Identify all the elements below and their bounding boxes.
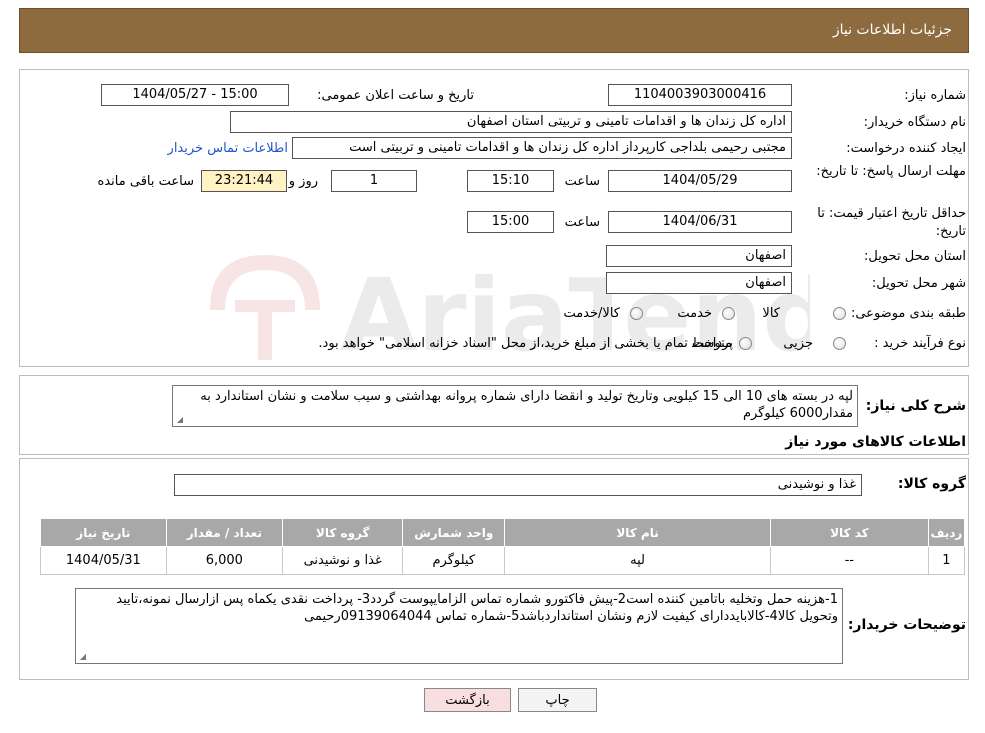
creator-field: مجتبی رحیمی بلداجی کارپرداز اداره کل زند… <box>292 137 792 159</box>
announce-datetime-field: 1404/05/27 - 15:00 <box>101 84 289 106</box>
price-valid-time-field: 15:00 <box>467 211 554 233</box>
goods-table-header: ردیف کد کالا نام کالا واحد شمارش گروه کا… <box>40 518 966 547</box>
cell-code: -- <box>769 546 929 575</box>
category-label: طبقه بندی موضوعی: <box>850 306 966 321</box>
page-header: جزئیات اطلاعات نیاز <box>19 8 969 53</box>
reply-deadline-label: مهلت ارسال پاسخ: تا تاریخ: <box>816 163 966 181</box>
process-radio-medium[interactable] <box>739 337 752 350</box>
summary-label: شرح کلی نیاز: <box>865 398 966 414</box>
price-valid-date-field: 1404/06/31 <box>608 211 792 233</box>
summary-textarea: لپه در بسته های 10 الی 15 کیلویی وتاریخ … <box>172 385 858 427</box>
cell-date: 1404/05/31 <box>40 546 167 575</box>
price-valid-label-text: حداقل تاریخ اعتبار قیمت: تا تاریخ: <box>817 206 966 239</box>
remaining-label: ساعت باقی مانده <box>97 174 194 189</box>
category-radio-goods[interactable] <box>833 307 846 320</box>
process-treasury-note: پرداخت تمام یا بخشی از مبلغ خرید،از محل … <box>318 336 733 351</box>
reply-time-label: ساعت <box>564 174 600 189</box>
cell-name: لپه <box>504 546 771 575</box>
category-option-service: خدمت <box>677 306 712 321</box>
cell-unit: کیلوگرم <box>402 546 506 575</box>
buyer-org-label: نام دستگاه خریدار: <box>863 115 966 130</box>
city-field: اصفهان <box>606 272 792 294</box>
process-label: نوع فرآیند خرید : <box>874 336 966 351</box>
category-option-goods-service: کالا/خدمت <box>563 306 620 321</box>
category-radio-goods-service[interactable] <box>630 307 643 320</box>
col-row: ردیف <box>927 518 966 547</box>
price-valid-time-label: ساعت <box>564 215 600 230</box>
process-option-minor: جزیی <box>783 336 813 351</box>
col-qty: تعداد / مقدار <box>165 518 283 547</box>
buyer-org-field: اداره کل زندان ها و اقدامات تامینی و ترب… <box>230 111 792 133</box>
need-number-field: 1104003903000416 <box>608 84 792 106</box>
announce-datetime-label: تاریخ و ساعت اعلان عمومی: <box>317 88 474 103</box>
process-radio-minor[interactable] <box>833 337 846 350</box>
buyer-contact-link[interactable]: اطلاعات تماس خریدار <box>168 141 288 156</box>
city-label: شهر محل تحویل: <box>871 276 966 291</box>
page-title: جزئیات اطلاعات نیاز <box>832 22 952 38</box>
creator-label: ایجاد کننده درخواست: <box>846 141 966 156</box>
col-unit: واحد شمارش <box>402 518 506 547</box>
col-date: تاریخ نیاز <box>40 518 167 547</box>
resize-handle-icon[interactable]: ◢ <box>175 416 183 424</box>
goods-section-title: اطلاعات کالاهای مورد نیاز <box>785 434 966 450</box>
price-valid-label: حداقل تاریخ اعتبار قیمت: تا تاریخ: <box>806 205 966 241</box>
goods-group-field: غذا و نوشیدنی <box>174 474 862 496</box>
table-row: 1 -- لپه کیلوگرم غذا و نوشیدنی 6,000 140… <box>40 546 966 575</box>
need-number-label: شماره نیاز: <box>904 88 966 103</box>
cell-group: غذا و نوشیدنی <box>281 546 404 575</box>
remaining-time-field: 23:21:44 <box>201 170 287 192</box>
reply-deadline-label-text: مهلت ارسال پاسخ: تا تاریخ: <box>816 164 966 179</box>
col-code: کد کالا <box>769 518 929 547</box>
days-field: 1 <box>331 170 417 192</box>
cell-qty: 6,000 <box>165 546 283 575</box>
print-button[interactable]: چاپ <box>518 688 597 712</box>
col-name: نام کالا <box>504 518 771 547</box>
buyer-notes-textarea: 1-هزینه حمل وتخلیه باتامین کننده است2-پی… <box>75 588 843 664</box>
resize-handle-icon[interactable]: ◢ <box>78 653 86 661</box>
reply-time-field: 15:10 <box>467 170 554 192</box>
buyer-notes-text: 1-هزینه حمل وتخلیه باتامین کننده است2-پی… <box>116 592 838 624</box>
col-group: گروه کالا <box>281 518 404 547</box>
back-button[interactable]: بازگشت <box>424 688 511 712</box>
province-label: استان محل تحویل: <box>864 249 966 264</box>
summary-text: لپه در بسته های 10 الی 15 کیلویی وتاریخ … <box>200 389 853 421</box>
cell-row: 1 <box>927 546 966 575</box>
category-radio-service[interactable] <box>722 307 735 320</box>
goods-table: ردیف کد کالا نام کالا واحد شمارش گروه کا… <box>40 518 966 575</box>
buyer-notes-label: توضیحات خریدار: <box>847 617 966 633</box>
province-field: اصفهان <box>606 245 792 267</box>
reply-date-field: 1404/05/29 <box>608 170 792 192</box>
goods-group-label: گروه کالا: <box>897 476 966 492</box>
category-option-goods: کالا <box>762 306 780 321</box>
days-label: روز و <box>288 174 318 189</box>
